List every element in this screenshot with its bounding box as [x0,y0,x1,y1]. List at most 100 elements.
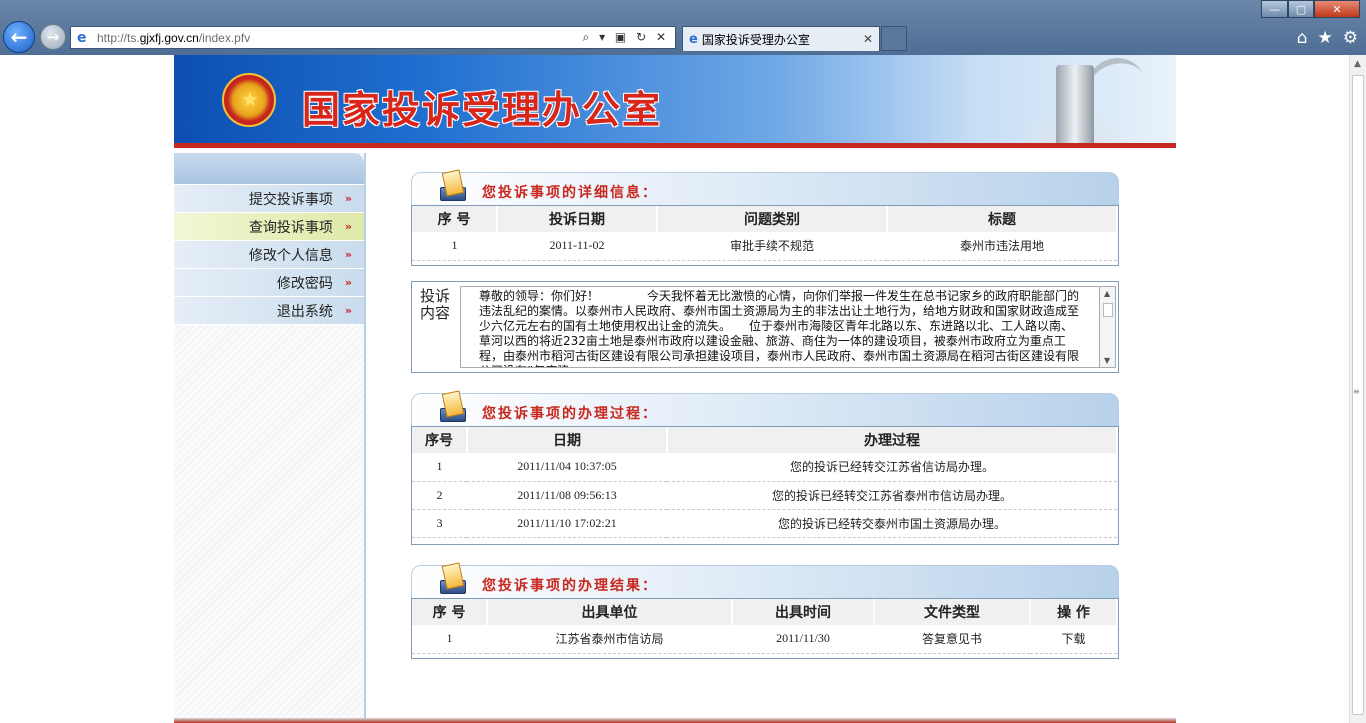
address-tools[interactable]: ⌕ ▾ ▣ ↻ ✕ [583,30,669,45]
scroll-thumb[interactable] [1103,303,1113,317]
row-desc: 您的投诉已经转交江苏省泰州市信访局办理。 [667,481,1117,510]
row-desc: 您的投诉已经转交江苏省信访局办理。 [667,453,1117,482]
forward-arrow-icon: → [46,28,60,46]
window-controls: — ▢ ✕ [1261,0,1360,18]
row-time: 2011/11/30 [732,625,874,654]
sidebar-item-profile[interactable]: 修改个人信息» [174,241,364,269]
table-row: 3 2011/11/10 17:02:21 您的投诉已经转交泰州市国土资源局办理… [412,509,1117,538]
address-url[interactable]: http://ts.gjxfj.gov.cn/index.pfv [97,31,583,45]
sidebar-item-password[interactable]: 修改密码» [174,269,364,297]
col-header: 序号 [412,427,468,453]
row-category: 审批手续不规范 [657,232,887,261]
tab-close-icon[interactable]: ✕ [863,32,873,46]
complaint-content-textarea[interactable]: 尊敬的领导：你们好！ 今天我怀着无比激愤的心情，向你们举报一件发生在总书记家乡的… [460,286,1100,368]
sidebar-item-query[interactable]: 查询投诉事项» [174,213,364,241]
sidebar-item-submit[interactable]: 提交投诉事项» [174,185,364,213]
result-panel-title: 您投诉事项的办理结果： [482,578,658,594]
row-desc: 您的投诉已经转交泰州市国土资源局办理。 [667,509,1117,538]
document-computer-icon [438,390,468,424]
col-header: 序 号 [412,206,498,232]
back-button[interactable]: ← [3,21,35,53]
row-date: 2011/11/04 10:37:05 [467,453,667,482]
col-header: 序 号 [412,599,488,625]
row-date: 2011/11/10 17:02:21 [467,509,667,538]
complaint-scrollbar[interactable]: ▲ ▼ [1100,286,1116,368]
col-header: 出具单位 [487,599,733,625]
table-row: 1 2011/11/04 10:37:05 您的投诉已经转交江苏省信访局办理。 [412,453,1117,482]
col-header: 问题类别 [657,206,888,232]
row-no: 1 [412,453,467,482]
double-chevron-icon: » [344,304,352,317]
complaint-content-label: 投诉内容 [420,287,451,322]
process-panel-header: 您投诉事项的办理过程： [411,390,1119,427]
result-panel-header: 您投诉事项的办理结果： [411,562,1119,599]
double-chevron-icon: » [344,276,352,289]
table-row[interactable]: 1 2011-11-02 审批手续不规范 泰州市违法用地 [412,232,1117,261]
sidebar-header [174,153,364,185]
favorites-star-icon[interactable]: ★ [1318,28,1333,48]
col-header: 标题 [887,206,1118,232]
process-table: 序号 日期 办理过程 1 2011/11/04 10:37:05 您的投诉已经转… [412,427,1118,538]
row-unit: 江苏省泰州市信访局 [487,625,732,654]
forward-button[interactable]: → [40,24,66,50]
document-computer-icon [438,169,468,203]
scroll-up-icon[interactable]: ▲ [1354,59,1361,69]
col-header: 出具时间 [732,599,875,625]
tab-title: 国家投诉受理办公室 [701,32,810,47]
row-type: 答复意见书 [874,625,1030,654]
col-header: 办理过程 [667,427,1118,453]
process-panel: 序号 日期 办理过程 1 2011/11/04 10:37:05 您的投诉已经转… [411,426,1119,545]
minimize-button[interactable]: — [1261,0,1288,18]
row-no: 1 [412,625,487,654]
new-tab-button[interactable] [881,26,907,51]
settings-gear-icon[interactable]: ⚙ [1343,28,1358,48]
home-icon[interactable]: ⌂ [1297,28,1308,48]
result-panel: 序 号 出具单位 出具时间 文件类型 操 作 1 江苏省泰州市信访局 2011/… [411,598,1119,659]
col-header: 日期 [467,427,668,453]
huabiao-pillar-icon [1016,55,1146,143]
sidebar-item-logout[interactable]: 退出系统» [174,297,364,325]
scroll-up-icon[interactable]: ▲ [1104,289,1110,298]
detail-panel-title: 您投诉事项的详细信息： [482,185,658,201]
row-no: 1 [412,232,497,261]
site-banner: ★ 国家投诉受理办公室 [174,55,1176,146]
ie-icon: e [77,29,87,46]
scroll-down-icon[interactable]: ▼ [1104,356,1110,365]
table-row: 1 江苏省泰州市信访局 2011/11/30 答复意见书 下载 [412,625,1117,654]
document-computer-icon [438,562,468,596]
col-header: 文件类型 [874,599,1031,625]
scroll-grip-icon: ≡ [1353,387,1360,396]
back-arrow-icon: ← [10,25,28,49]
double-chevron-icon: » [344,248,352,261]
detail-panel-header: 您投诉事项的详细信息： [411,169,1119,206]
row-date: 2011-11-02 [497,232,657,261]
page-scrollbar[interactable]: ▲ ≡ [1349,55,1366,723]
close-window-button[interactable]: ✕ [1314,0,1360,18]
browser-tools: ⌂ ★ ⚙ [1297,28,1358,48]
col-header: 操 作 [1030,599,1118,625]
browser-chrome: ← → e http://ts.gjxfj.gov.cn/index.pfv ⌕… [0,0,1366,55]
row-date: 2011/11/08 09:56:13 [467,481,667,510]
banner-divider [174,146,1176,148]
row-subject[interactable]: 泰州市违法用地 [887,232,1117,261]
address-bar[interactable]: e http://ts.gjxfj.gov.cn/index.pfv ⌕ ▾ ▣… [70,26,676,49]
double-chevron-icon: » [344,192,352,205]
result-table: 序 号 出具单位 出具时间 文件类型 操 作 1 江苏省泰州市信访局 2011/… [412,599,1118,654]
row-no: 2 [412,481,467,510]
complaint-content-box: 投诉内容 尊敬的领导：你们好！ 今天我怀着无比激愤的心情，向你们举报一件发生在总… [411,281,1119,373]
browser-tab[interactable]: e 国家投诉受理办公室 ✕ [682,26,880,51]
row-no: 3 [412,509,467,538]
maximize-button[interactable]: ▢ [1288,0,1314,18]
col-header: 投诉日期 [497,206,658,232]
detail-table: 序 号 投诉日期 问题类别 标题 1 2011-11-02 审批手续不规范 泰州… [412,206,1118,261]
site-title: 国家投诉受理办公室 [302,87,663,132]
footer-divider [174,718,1176,723]
national-emblem-icon: ★ [222,73,276,127]
process-panel-title: 您投诉事项的办理过程： [482,406,658,422]
download-link[interactable]: 下载 [1030,625,1117,654]
detail-panel: 序 号 投诉日期 问题类别 标题 1 2011-11-02 审批手续不规范 泰州… [411,205,1119,266]
sidebar: 提交投诉事项» 查询投诉事项» 修改个人信息» 修改密码» 退出系统» [174,153,366,723]
tab-ie-icon: e [689,31,698,47]
table-row: 2 2011/11/08 09:56:13 您的投诉已经转交江苏省泰州市信访局办… [412,481,1117,510]
double-chevron-icon: » [344,220,352,233]
